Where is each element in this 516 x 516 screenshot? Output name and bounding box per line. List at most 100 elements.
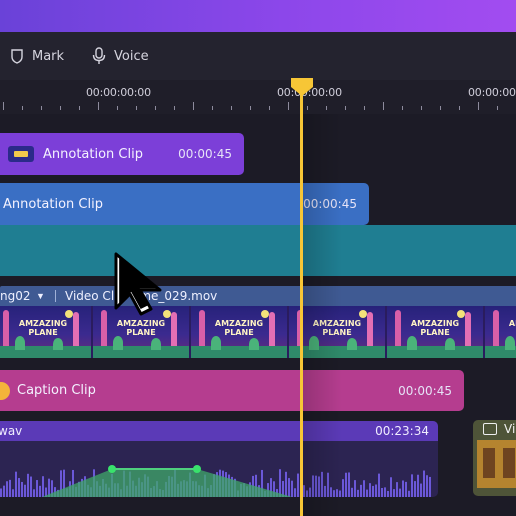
- audio-clip-header: wav 00:23:34: [0, 421, 438, 441]
- caption-clip[interactable]: Caption Clip 00:00:45: [0, 370, 464, 411]
- playhead-handle[interactable]: [289, 78, 315, 96]
- waveform-bar: [21, 481, 23, 497]
- toolbar: [0, 32, 516, 80]
- mark-button[interactable]: Mark: [10, 46, 64, 66]
- ruler-tick: [478, 102, 479, 110]
- playhead-shadow: [302, 114, 342, 516]
- video-thumbnail: AMZAZING PLANE: [387, 306, 483, 358]
- waveform-bar: [405, 481, 407, 497]
- video-clip-2-label: Vi: [504, 422, 516, 436]
- annotation-clip[interactable]: Annotation Clip 00:00:45: [0, 133, 244, 175]
- ruler-tick: [402, 106, 403, 110]
- waveform-bar: [411, 474, 413, 497]
- video-icon: [483, 423, 497, 435]
- ruler-tick: [364, 106, 365, 110]
- waveform-bar: [15, 471, 17, 497]
- chevron-down-icon[interactable]: ▼: [36, 291, 45, 301]
- waveform-bar: [33, 489, 35, 497]
- timeline-ruler[interactable]: 00:00:00:00 00:00:00:00 00:00:00:00: [0, 80, 516, 114]
- caption-clip-duration: 00:00:45: [398, 383, 452, 398]
- waveform-bar: [426, 475, 428, 497]
- waveform-bar: [387, 490, 389, 497]
- video-clip-2-thumbnail: [477, 440, 516, 488]
- ruler-tick: [174, 106, 175, 110]
- ruler-tick: [22, 106, 23, 110]
- title-bar: [0, 0, 516, 32]
- video-clip-thumbnails[interactable]: AMZAZING PLANE AMZAZING PLANE AMZAZING PLA…: [0, 306, 516, 358]
- thumbnail-title-text: AMZAZING PLANE: [214, 319, 264, 337]
- waveform-bar: [417, 474, 419, 497]
- waveform-bar: [402, 480, 404, 497]
- ruler-tick: [497, 106, 498, 110]
- thumbnail-title-text: AMZAZING PLANE: [410, 319, 460, 337]
- ruler-tick: [269, 106, 270, 110]
- waveform-bar: [342, 479, 344, 497]
- ruler-tick: [3, 102, 4, 110]
- waveform-bar: [291, 480, 293, 497]
- waveform-bar: [297, 473, 299, 497]
- waveform-bar: [399, 488, 401, 497]
- waveform-bar: [288, 478, 290, 497]
- ruler-tick: [231, 106, 232, 110]
- ruler-tick: [155, 106, 156, 110]
- video-thumbnail: AMZAZING PLANE: [0, 306, 91, 358]
- ruler-timecode: 00:00:00:00: [468, 86, 516, 99]
- video-clip-prefix: ng02: [0, 289, 31, 303]
- waveform-bar: [351, 487, 353, 497]
- mark-label: Mark: [32, 48, 65, 64]
- ruler-tick: [307, 106, 308, 110]
- volume-keyframe[interactable]: [108, 465, 116, 473]
- ruler-tick: [345, 106, 346, 110]
- waveform-bar: [378, 473, 380, 497]
- waveform-bar: [414, 481, 416, 497]
- waveform-bar: [363, 480, 365, 497]
- waveform-bar: [354, 480, 356, 497]
- video-clip-header[interactable]: ng02 ▼ Video Clip ame_029.mov: [0, 286, 516, 306]
- waveform-bar: [381, 487, 383, 497]
- waveform-bar: [39, 485, 41, 497]
- waveform-bar: [360, 484, 362, 497]
- teal-track-clip[interactable]: [0, 225, 516, 276]
- annotation-icon: [8, 146, 34, 162]
- waveform-bar: [3, 485, 5, 497]
- waveform-bar: [285, 471, 287, 497]
- ruler-tick: [326, 106, 327, 110]
- waveform-bar: [408, 490, 410, 497]
- annotation-clip-label: Annotation Clip: [3, 196, 103, 212]
- waveform-bar: [24, 484, 26, 497]
- emoji-icon: [0, 382, 10, 400]
- thumbnail-title-text: AMZAZING PLANE: [508, 319, 516, 328]
- video-clip-2[interactable]: Vi: [473, 420, 516, 496]
- waveform-bar: [348, 472, 350, 497]
- waveform-bar: [345, 472, 347, 497]
- waveform-bar: [36, 480, 38, 497]
- waveform-bar: [369, 483, 371, 497]
- audio-waveform: [0, 465, 431, 497]
- ruler-tick: [459, 106, 460, 110]
- waveform-bar: [18, 478, 20, 497]
- waveform-bar: [396, 482, 398, 497]
- audio-clip[interactable]: wav 00:23:34: [0, 421, 438, 497]
- ruler-tick: [60, 106, 61, 110]
- volume-keyframe[interactable]: [193, 465, 201, 473]
- ruler-tick: [117, 106, 118, 110]
- waveform-bar: [366, 489, 368, 497]
- voice-button[interactable]: Voice: [92, 46, 149, 66]
- ruler-tick: [193, 102, 194, 110]
- thumbnail-title-text: AMZAZING PLANE: [116, 319, 166, 337]
- ruler-tick: [98, 102, 99, 110]
- waveform-bar: [12, 489, 14, 497]
- divider: [55, 290, 56, 302]
- playhead-line[interactable]: [300, 86, 303, 516]
- waveform-bar: [30, 476, 32, 497]
- ruler-tick: [136, 106, 137, 110]
- waveform-bar: [429, 476, 431, 497]
- waveform-bar: [375, 484, 377, 497]
- shield-icon: [11, 49, 23, 64]
- ruler-tick: [288, 102, 289, 110]
- waveform-bar: [42, 476, 44, 497]
- ruler-tick: [383, 102, 384, 110]
- audio-clip-label: wav: [0, 424, 23, 438]
- waveform-bar: [27, 473, 29, 497]
- waveform-bar: [357, 489, 359, 497]
